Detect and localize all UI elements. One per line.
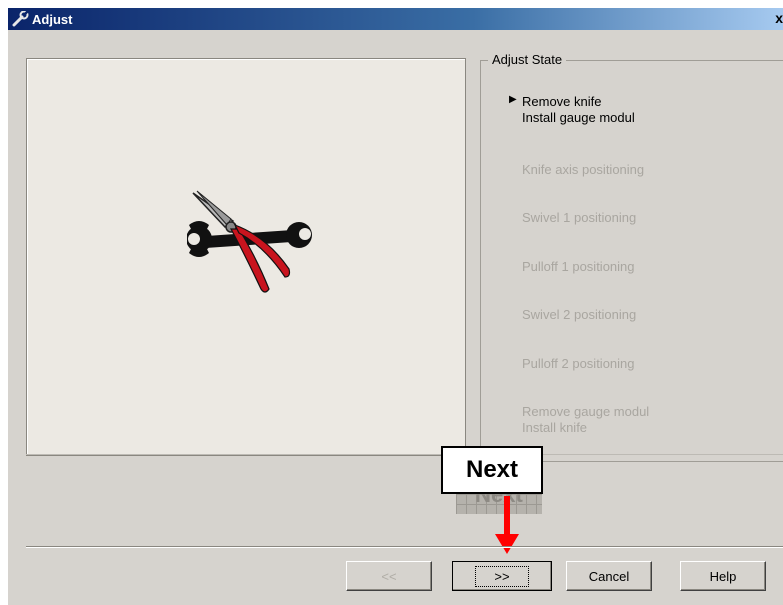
active-step-arrow-icon: ▶ [509, 94, 517, 105]
cancel-button[interactable]: Cancel [566, 561, 652, 591]
adjust-state-label: Adjust State [488, 52, 567, 67]
title-bar: Adjust x [8, 8, 783, 30]
back-button[interactable]: << [346, 561, 432, 591]
illustration-panel [26, 58, 466, 456]
step-swivel-1: Swivel 1 positioning [522, 210, 637, 225]
next-button-label: >> [475, 566, 529, 587]
window-title: Adjust [32, 12, 73, 27]
help-button[interactable]: Help [680, 561, 766, 591]
button-separator [26, 546, 783, 548]
panel-divider [26, 454, 783, 455]
step-remove-gauge: Remove gauge modul Install knife [522, 404, 650, 435]
adjust-window: Adjust x Adjust State ▶ Remove knife Ins… [8, 8, 783, 605]
close-button[interactable]: x [769, 10, 783, 28]
step-swivel-2: Swivel 2 positioning [522, 307, 637, 322]
wrench-title-icon [12, 11, 29, 27]
next-callout: Next [441, 446, 543, 494]
next-button[interactable]: >> [452, 561, 552, 591]
step-knife-axis: Knife axis positioning [522, 162, 645, 177]
step-remove-knife: Remove knife Install gauge modul [522, 94, 635, 125]
step-pulloff-2: Pulloff 2 positioning [522, 356, 635, 371]
pliers-wrench-icon [187, 190, 312, 293]
step-pulloff-1: Pulloff 1 positioning [522, 259, 635, 274]
